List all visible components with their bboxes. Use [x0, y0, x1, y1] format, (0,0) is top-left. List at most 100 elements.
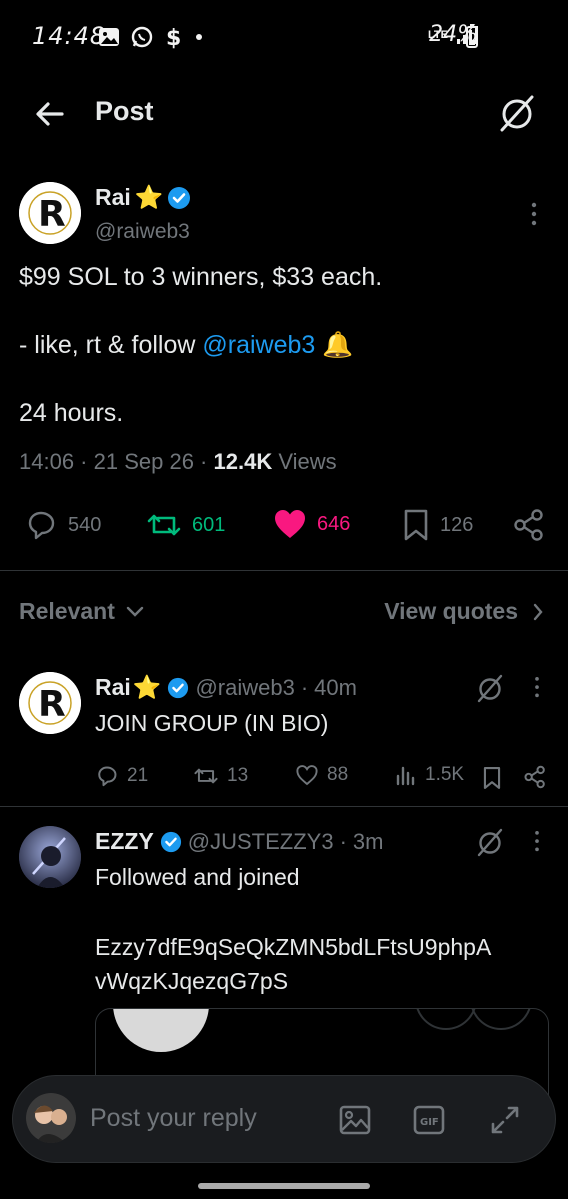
like-button[interactable]: 88 [295, 764, 348, 786]
svg-text:R: R [38, 684, 66, 725]
author-name[interactable]: Rai [95, 184, 131, 211]
reply-composer[interactable]: Post your reply GIF [12, 1075, 556, 1163]
reply-avatar[interactable] [19, 826, 81, 888]
status-bar: 14:48 $ LTE 24% [0, 0, 568, 74]
verified-badge-icon [160, 831, 181, 852]
retweet-button[interactable]: 13 [193, 764, 248, 788]
view-count: 1.5K [425, 764, 465, 785]
star-emoji: ⭐ [132, 674, 162, 700]
sort-row: Relevant View quotes [0, 588, 568, 638]
reply-time: 3m [352, 828, 384, 854]
share-icon [514, 509, 543, 541]
retweet-count: 13 [227, 765, 249, 786]
reply-icon [28, 511, 55, 540]
retweet-button[interactable]: 601 [146, 508, 225, 542]
expand-icon[interactable] [485, 1100, 525, 1140]
reply-header: EZZY @JUSTEZZY3 · 3m [95, 828, 384, 855]
user-avatar [26, 1093, 76, 1143]
svg-text:GIF: GIF [420, 1117, 439, 1128]
status-time: 14:48 [32, 22, 107, 50]
author-name-row[interactable]: Rai ⭐ [95, 184, 191, 211]
reply-header: Rai ⭐ @raiweb3 · 40m [95, 674, 357, 701]
view-quotes-label: View quotes [384, 598, 518, 624]
heart-icon [296, 765, 318, 786]
like-count: 88 [327, 764, 349, 785]
post-date: 21 Sep 26 [93, 449, 194, 474]
bookmark-count: 126 [440, 513, 474, 536]
home-indicator[interactable] [198, 1183, 370, 1189]
heart-filled-icon [275, 510, 305, 538]
money-app-icon: $ [166, 26, 181, 49]
retweet-count: 601 [192, 513, 226, 536]
reply-count: 540 [68, 513, 102, 536]
notification-dot-icon [196, 34, 202, 40]
reply-text-line-2: Ezzy7dfE9qSeQkZMN5bdLFtsU9phpA [95, 934, 492, 960]
image-icon[interactable] [335, 1100, 375, 1140]
author-avatar[interactable]: R [19, 182, 81, 244]
views-count[interactable]: 12.4K [214, 449, 273, 474]
more-options-icon[interactable] [522, 200, 546, 230]
reply-time: 40m [314, 674, 357, 700]
chevron-right-icon [533, 603, 543, 620]
more-options-icon[interactable] [526, 828, 548, 856]
sort-dropdown[interactable]: Relevant [19, 598, 145, 625]
bell-emoji: 🔔 [322, 331, 354, 359]
views-label: Views [278, 449, 337, 474]
battery-icon [466, 24, 478, 48]
grok-icon[interactable] [496, 92, 538, 134]
reply-count: 21 [127, 765, 149, 786]
retweet-icon [194, 768, 218, 784]
grok-icon[interactable] [474, 672, 506, 704]
author-handle[interactable]: @raiweb3 [95, 220, 190, 244]
reply-text-line-1: Followed and joined [95, 864, 300, 890]
post-text-line-3: 24 hours. [19, 399, 124, 427]
verified-badge-icon [168, 677, 189, 698]
like-button[interactable]: 646 [273, 508, 350, 540]
bookmark-icon[interactable] [482, 766, 502, 790]
svg-text:R: R [38, 194, 66, 235]
share-button[interactable] [512, 508, 546, 542]
reply-icon [98, 766, 117, 787]
post-time: 14:06 [19, 449, 75, 474]
reply-author-handle[interactable]: @JUSTEZZY3 [188, 829, 334, 855]
svg-text:$: $ [166, 26, 181, 49]
reply-button[interactable]: 540 [24, 508, 101, 542]
bookmark-icon [404, 509, 428, 541]
sort-label: Relevant [19, 598, 115, 624]
reply-author-name[interactable]: Rai [95, 674, 131, 701]
bookmark-button[interactable]: 126 [402, 508, 473, 542]
post-action-bar: 540 601 646 126 [0, 500, 568, 554]
mention-link[interactable]: @raiweb3 [202, 331, 315, 359]
gif-icon[interactable]: GIF [409, 1100, 449, 1140]
chevron-down-icon [126, 606, 144, 617]
post-meta: 14:06 · 21 Sep 26 · 12.4K Views [19, 449, 337, 474]
back-arrow-icon[interactable] [32, 96, 68, 132]
star-emoji: ⭐ [134, 184, 164, 210]
post-text-line-2: - like, rt & follow @raiweb3 🔔 [19, 328, 353, 362]
reply-author-handle[interactable]: @raiweb3 [195, 675, 294, 701]
divider [0, 806, 568, 807]
top-bar: Post [0, 74, 568, 150]
more-options-icon[interactable] [526, 674, 548, 702]
divider [0, 570, 568, 571]
post-text-line-1: $99 SOL to 3 winners, $33 each. [19, 263, 383, 291]
reply-button[interactable]: 21 [95, 764, 148, 788]
share-icon[interactable] [523, 765, 547, 789]
reply-input[interactable]: Post your reply [90, 1104, 257, 1133]
reply-action-bar: 21 13 88 1.5K [95, 760, 555, 794]
reply-avatar[interactable]: R [19, 672, 81, 734]
views-button[interactable]: 1.5K [395, 764, 464, 786]
grok-icon[interactable] [474, 826, 506, 858]
page-title: Post [95, 96, 154, 126]
like-count: 646 [317, 512, 351, 535]
views-chart-icon [396, 766, 415, 786]
verified-badge-icon [168, 186, 191, 209]
view-quotes-link[interactable]: View quotes [384, 598, 544, 625]
reply-text-line-3: vWqzKJqezqG7pS [95, 968, 289, 994]
retweet-icon [147, 514, 181, 536]
reply-text: JOIN GROUP (IN BIO) [95, 710, 329, 736]
post-text-prefix: - like, rt & follow [19, 331, 203, 359]
whatsapp-icon [131, 26, 153, 48]
gallery-icon [99, 28, 119, 46]
reply-author-name[interactable]: EZZY [95, 828, 154, 855]
